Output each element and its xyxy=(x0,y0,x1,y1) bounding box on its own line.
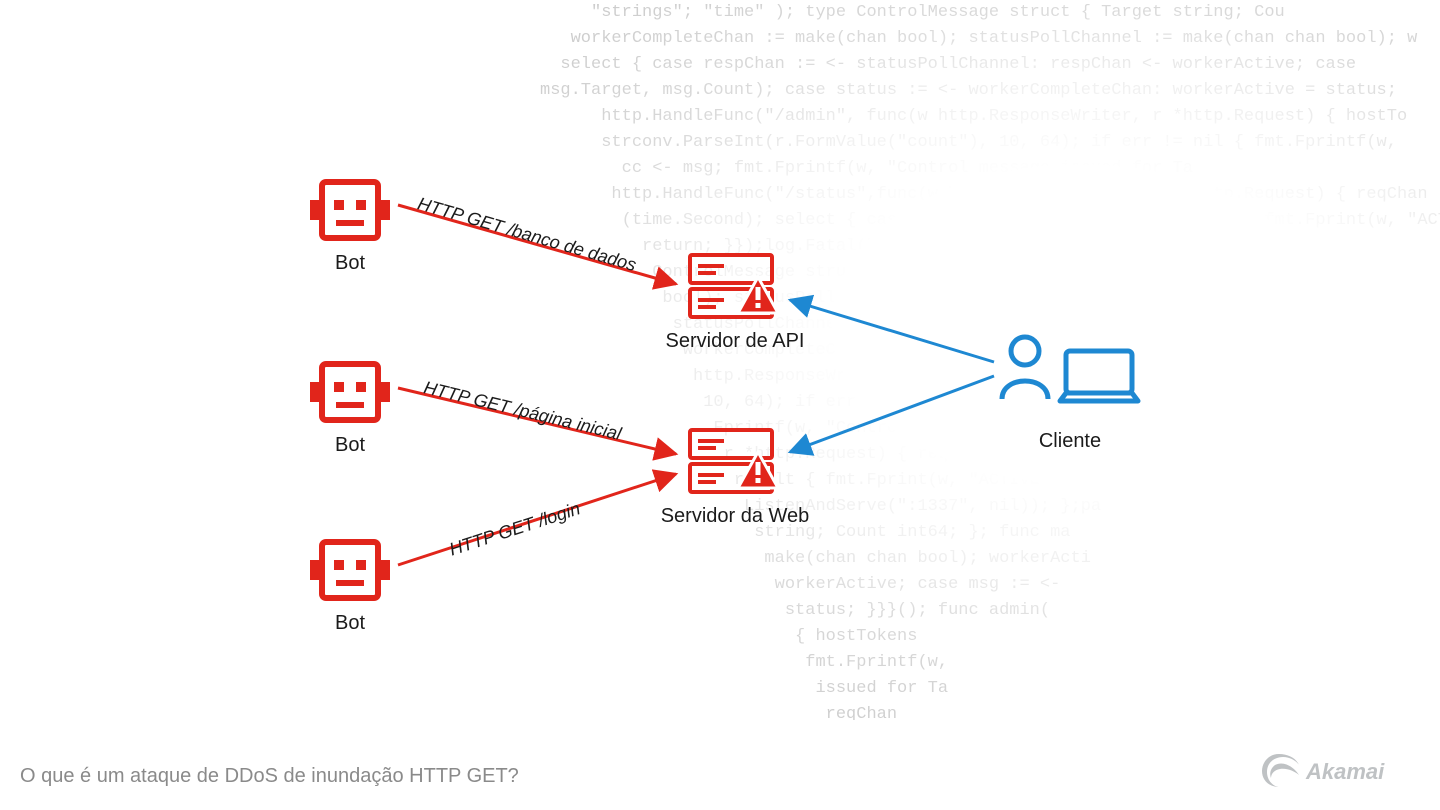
caption-text: O que é um ataque de DDoS de inundação H… xyxy=(20,765,519,788)
bot-icon xyxy=(310,542,390,598)
akamai-logo: Akamai xyxy=(1260,748,1410,792)
arrow-client-web xyxy=(790,376,994,452)
arrow-client-api xyxy=(790,300,994,362)
bot3-label: Bot xyxy=(310,612,390,635)
diagram-canvas xyxy=(0,0,1440,810)
bot1-label: Bot xyxy=(310,252,390,275)
server-icon xyxy=(690,430,778,492)
bot-icon xyxy=(310,182,390,238)
svg-text:Akamai: Akamai xyxy=(1305,759,1385,784)
server-icon xyxy=(690,255,778,317)
bot2-label: Bot xyxy=(310,434,390,457)
client-icon xyxy=(1002,337,1138,401)
api-server-label: Servidor de API xyxy=(650,330,820,353)
bot-icon xyxy=(310,364,390,420)
client-label: Cliente xyxy=(1000,430,1140,453)
web-server-label: Servidor da Web xyxy=(650,505,820,528)
